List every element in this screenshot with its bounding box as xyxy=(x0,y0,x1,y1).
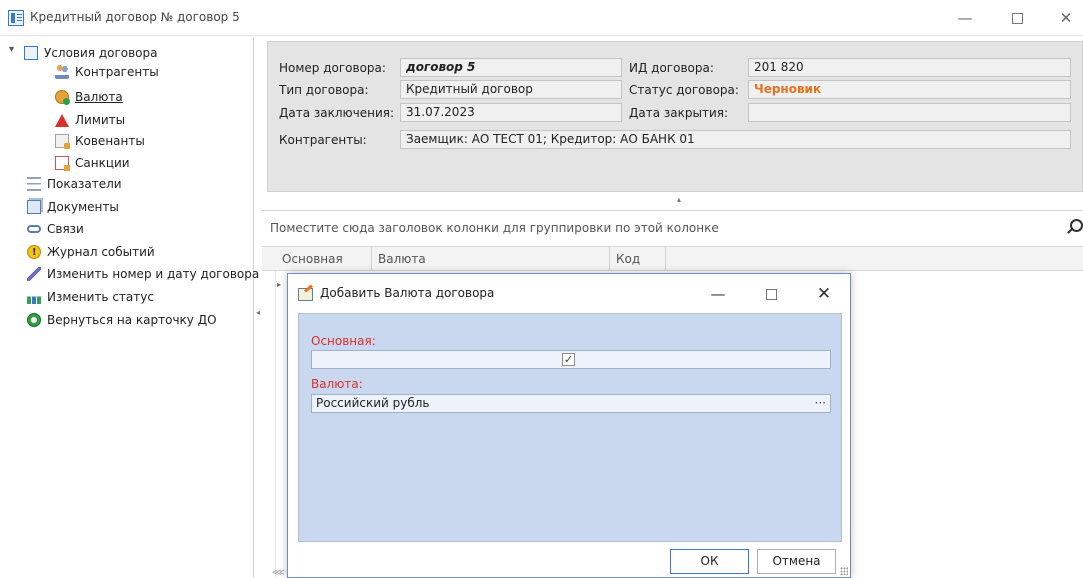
nav-item-label: Санкции xyxy=(75,156,130,170)
search-icon[interactable] xyxy=(1070,219,1083,232)
checkmark-icon: ✓ xyxy=(564,353,574,366)
nav-item-label: Связи xyxy=(47,222,84,236)
close-date-label: Дата закрытия: xyxy=(629,106,729,120)
grid-header-row: Основная Валюта Код xyxy=(262,246,1083,271)
window-title: Кредитный договор № договор 5 xyxy=(30,10,240,24)
sanctions-icon xyxy=(55,156,70,171)
maximize-icon xyxy=(765,289,777,300)
nav-item-label: Изменить статус xyxy=(47,290,154,304)
main-currency-label: Основная: xyxy=(311,334,376,348)
nav-item-label: Документы xyxy=(47,200,119,214)
conclusion-date-field[interactable]: 31.07.2023 xyxy=(400,103,622,122)
warning-icon xyxy=(55,113,69,127)
close-button[interactable]: ✕ xyxy=(1046,4,1083,32)
contract-status-field[interactable]: Черновик xyxy=(748,80,1071,99)
list-icon xyxy=(27,177,41,191)
column-header-code[interactable]: Код xyxy=(610,247,666,271)
document-icon xyxy=(55,134,70,149)
group-by-hint[interactable]: Поместите сюда заголовок колонки для гру… xyxy=(270,221,719,235)
nav-item-label: Условия договора xyxy=(44,46,158,60)
minimize-button[interactable]: — xyxy=(945,4,985,32)
contract-id-label: ИД договора: xyxy=(629,61,714,75)
documents-icon xyxy=(27,200,41,214)
currency-value: Российский рубль xyxy=(316,396,430,410)
contract-number-label: Номер договора: xyxy=(279,61,386,75)
column-header-currency[interactable]: Валюта xyxy=(372,247,610,271)
nav-item-label: Показатели xyxy=(47,177,122,191)
dialog-close-button[interactable]: ✕ xyxy=(809,282,839,306)
conclusion-date-label: Дата заключения: xyxy=(279,106,395,120)
contract-type-field[interactable]: Кредитный договор xyxy=(400,80,622,99)
ok-button[interactable]: ОК xyxy=(670,549,749,574)
window-titlebar: Кредитный договор № договор 5 — ✕ xyxy=(0,0,1083,36)
resize-grip-icon[interactable] xyxy=(840,567,848,575)
collapse-chevron-icon[interactable]: ▾ xyxy=(9,44,14,55)
currency-select-field[interactable]: Российский рубль ··· xyxy=(311,394,831,413)
contract-number-field[interactable]: договор 5 xyxy=(400,58,622,77)
maximize-icon xyxy=(1011,13,1023,24)
tree-icon xyxy=(24,46,38,60)
splitter-collapse-arrow-icon[interactable]: ◂ xyxy=(256,308,260,317)
contract-type-label: Тип договора: xyxy=(279,83,369,97)
panel-collapse-arrow-icon[interactable]: ▴ xyxy=(677,195,681,204)
edit-form-icon xyxy=(298,288,313,301)
grid-footer-nav-icon[interactable]: ⋘ xyxy=(272,568,285,578)
navigation-tree xyxy=(0,37,254,578)
row-indicator-column xyxy=(262,271,276,578)
nav-item-label: Вернуться на карточку ДО xyxy=(47,313,217,327)
close-date-field[interactable] xyxy=(748,103,1071,122)
add-currency-dialog: Добавить Валюта договора — ✕ Основная: ✓… xyxy=(287,273,851,578)
dialog-form-area: Основная: ✓ Валюта: Российский рубль ··· xyxy=(298,313,842,542)
nav-item-label: Ковенанты xyxy=(75,134,145,148)
nav-item-label: Лимиты xyxy=(75,113,126,127)
contract-status-label: Статус договора: xyxy=(629,83,739,97)
back-icon xyxy=(27,313,41,327)
nav-item-label: Контрагенты xyxy=(75,65,159,79)
event-log-icon xyxy=(27,243,41,263)
link-icon xyxy=(27,225,41,233)
contract-id-field[interactable]: 201 820 xyxy=(748,58,1071,77)
dialog-title: Добавить Валюта договора xyxy=(320,286,495,300)
main-currency-field: ✓ xyxy=(311,350,831,369)
dialog-maximize-button[interactable] xyxy=(756,282,786,306)
status-icon xyxy=(27,290,41,304)
cancel-button[interactable]: Отмена xyxy=(757,549,836,574)
currency-label: Валюта: xyxy=(311,377,363,391)
column-header-main[interactable]: Основная xyxy=(276,247,372,271)
app-icon xyxy=(8,10,24,26)
currency-lookup-button[interactable]: ··· xyxy=(815,395,826,412)
nav-item-label: Валюта xyxy=(75,90,123,104)
nav-item-label: Журнал событий xyxy=(47,245,155,259)
dialog-minimize-button[interactable]: — xyxy=(703,282,733,306)
maximize-button[interactable] xyxy=(997,4,1037,32)
row-indicator-icon: ▸ xyxy=(277,280,282,289)
counterparties-field[interactable]: Заемщик: АО ТЕСТ 01; Кредитор: АО БАНК 0… xyxy=(400,130,1071,149)
coins-icon xyxy=(55,90,70,105)
people-icon xyxy=(55,65,69,79)
edit-pen-icon xyxy=(27,267,41,281)
counterparties-label: Контрагенты: xyxy=(279,133,367,147)
nav-item-label: Изменить номер и дату договора xyxy=(47,267,260,281)
